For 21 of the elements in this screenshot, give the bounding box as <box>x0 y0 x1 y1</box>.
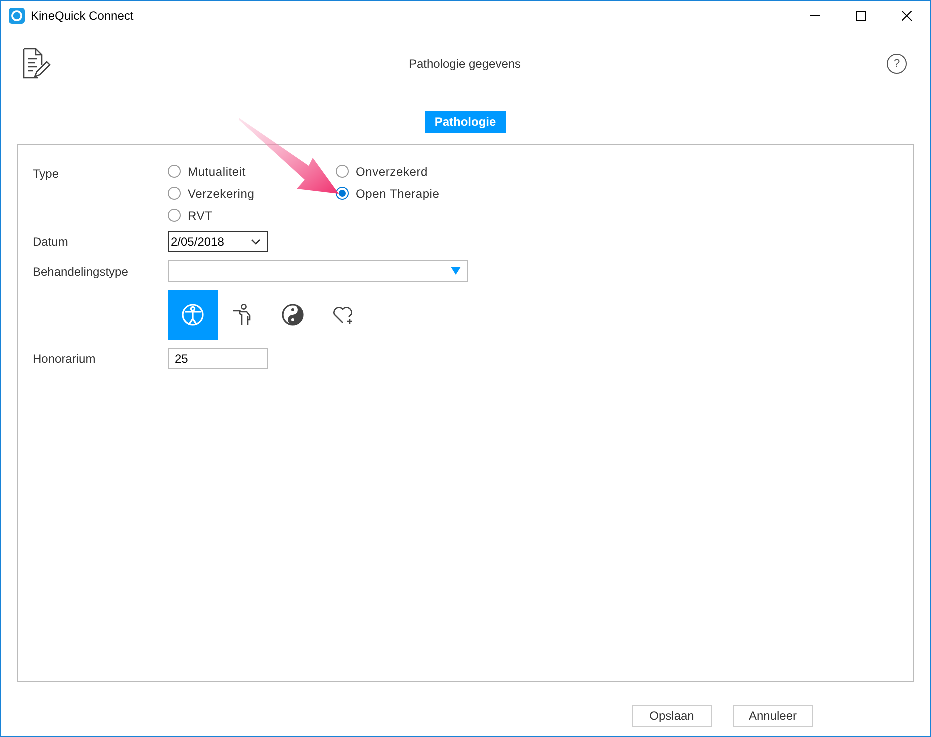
radio-option[interactable]: Mutualiteit <box>168 164 246 179</box>
document-edit-icon <box>21 48 51 80</box>
page-title: Pathologie gegevens <box>408 56 522 73</box>
dialog-button[interactable]: Opslaan <box>632 705 712 727</box>
app-logo-icon <box>9 8 25 24</box>
field-label: Type <box>33 166 60 183</box>
window-title: KineQuick Connect <box>31 8 134 25</box>
yin-yang-icon <box>281 303 305 327</box>
field-label: Datum <box>33 234 70 251</box>
date-picker[interactable]: 2/05/2018 <box>168 231 268 252</box>
field-label: Behandelingstype <box>33 264 130 280</box>
radio-option[interactable]: Onverzekerd <box>336 164 428 179</box>
radio-option[interactable]: Verzekering <box>168 186 255 201</box>
caret-down-icon <box>451 267 461 275</box>
help-button[interactable]: ? <box>887 54 907 74</box>
chevron-down-icon <box>251 238 261 244</box>
radio-option[interactable]: RVT <box>168 208 213 223</box>
dialog-button[interactable]: Annuleer <box>733 705 813 727</box>
vitruvian-figure-icon <box>181 303 205 327</box>
field-label: Honorarium <box>33 351 97 368</box>
fee-input[interactable]: 25 <box>168 348 268 369</box>
